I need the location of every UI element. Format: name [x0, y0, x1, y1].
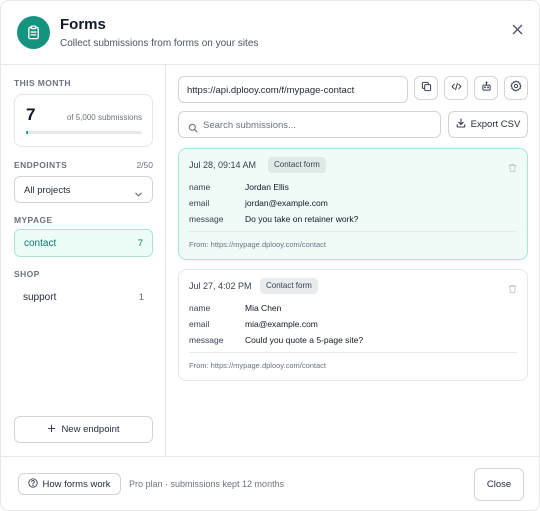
field-key: name — [189, 182, 211, 192]
help-circle-icon — [28, 477, 39, 491]
search-input[interactable] — [203, 117, 433, 133]
submission-source: From: https://mypage.dplooy.com/contact — [189, 240, 327, 249]
field-key: message — [189, 335, 224, 345]
export-csv-button[interactable]: Export CSV — [448, 111, 528, 138]
new-endpoint-button[interactable]: New endpoint — [14, 416, 153, 443]
project-select-value: All projects — [24, 185, 71, 196]
embed-code-button[interactable] — [444, 76, 468, 100]
submission-date: Jul 28, 09:14 AM — [189, 160, 257, 170]
endpoint-item-support[interactable]: support 1 — [14, 284, 153, 312]
field-value: mia@example.com — [245, 319, 318, 329]
bot-icon — [481, 79, 492, 97]
endpoint-item-contact[interactable]: contact 7 — [14, 229, 153, 257]
trash-icon[interactable] — [508, 281, 517, 299]
usage-progress-bar — [26, 131, 142, 134]
endpoint-name: contact — [24, 238, 57, 249]
endpoint-url: https://api.dplooy.com/f/mypage-contact — [187, 85, 355, 96]
field-value: Do you take on retainer work? — [245, 214, 359, 224]
field-key: message — [189, 214, 224, 224]
download-icon — [456, 118, 466, 131]
field-value: Mia Chen — [245, 303, 282, 313]
usage-count: 7 — [26, 105, 36, 124]
endpoints-count: 2/50 — [136, 160, 153, 170]
project-select[interactable]: All projects — [14, 176, 153, 203]
divider — [189, 231, 517, 232]
group-label-shop: SHOP — [14, 269, 40, 279]
group-label-mypage: MYPAGE — [14, 215, 53, 225]
form-type-badge: Contact form — [268, 157, 326, 173]
submission-card[interactable]: Jul 28, 09:14 AM Contact form name Jorda… — [178, 148, 528, 260]
dialog-subtitle: Collect submissions from forms on your s… — [60, 38, 259, 49]
close-button[interactable]: Close — [474, 468, 524, 501]
endpoints-label: ENDPOINTS — [14, 160, 68, 170]
dialog-title: Forms — [60, 16, 106, 33]
clipboard-icon — [17, 16, 50, 49]
endpoint-url-field[interactable]: https://api.dplooy.com/f/mypage-contact — [178, 76, 408, 103]
plus-icon — [47, 424, 56, 436]
field-key: name — [189, 303, 211, 313]
chevron-down-icon — [134, 186, 143, 204]
dialog-header: Forms Collect submissions from forms on … — [1, 1, 539, 65]
export-csv-label: Export CSV — [470, 119, 521, 130]
usage-progress-fill — [26, 131, 29, 134]
copy-url-button[interactable] — [414, 76, 438, 100]
divider — [189, 352, 517, 353]
copy-icon — [421, 79, 432, 97]
settings-icon — [510, 79, 522, 97]
trash-icon[interactable] — [508, 160, 517, 178]
field-value: Jordan Ellis — [245, 182, 289, 192]
spam-filter-button[interactable] — [474, 76, 498, 100]
search-icon — [188, 120, 198, 138]
submission-date: Jul 27, 4:02 PM — [189, 281, 252, 291]
how-forms-work-label: How forms work — [42, 478, 111, 490]
sidebar: THIS MONTH 7 of 5,000 submissions ENDPOI… — [1, 65, 166, 456]
close-icon[interactable] — [507, 19, 527, 39]
form-type-badge: Contact form — [260, 278, 318, 294]
search-submissions[interactable] — [178, 111, 441, 138]
submissions-panel: https://api.dplooy.com/f/mypage-contact — [166, 65, 539, 456]
plan-info: Pro plan · submissions kept 12 months — [129, 479, 285, 489]
usage-limit: of 5,000 submissions — [66, 113, 142, 122]
forms-dialog: Forms Collect submissions from forms on … — [0, 0, 540, 511]
field-value: jordan@example.com — [245, 198, 328, 208]
dialog-footer: How forms work Pro plan · submissions ke… — [1, 456, 539, 510]
field-key: email — [189, 198, 210, 208]
this-month-label: THIS MONTH — [14, 78, 71, 88]
endpoint-settings-button[interactable] — [504, 76, 528, 100]
how-forms-work-button[interactable]: How forms work — [18, 473, 121, 495]
usage-card: 7 of 5,000 submissions — [14, 94, 153, 147]
code-icon — [451, 79, 462, 97]
endpoint-count: 7 — [137, 238, 143, 249]
submission-source: From: https://mypage.dplooy.com/contact — [189, 361, 327, 370]
submission-card[interactable]: Jul 27, 4:02 PM Contact form name Mia Ch… — [178, 269, 528, 381]
field-key: email — [189, 319, 210, 329]
field-value: Could you quote a 5-page site? — [245, 335, 364, 345]
endpoint-name: support — [23, 292, 57, 303]
new-endpoint-label: New endpoint — [61, 424, 120, 435]
endpoint-count: 1 — [138, 292, 144, 303]
